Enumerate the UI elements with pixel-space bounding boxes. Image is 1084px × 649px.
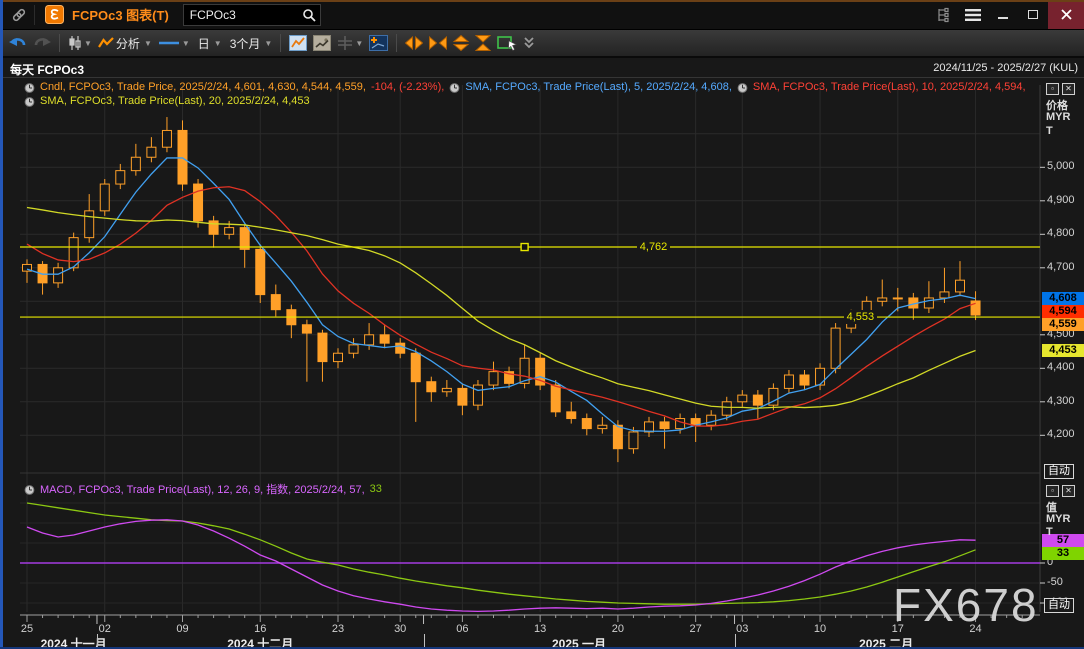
candlestick [458,388,467,405]
candlestick [116,171,125,184]
candlestick [473,385,482,405]
candlestick [162,130,171,147]
price-auto-scale-button[interactable]: 自动 [1044,464,1074,479]
timer-icon [737,82,748,93]
candle-legend[interactable]: Cndl, FCPOc3, Trade Price, 2025/2/24, 4,… [40,81,366,93]
candlestick [365,335,374,345]
candlestick [613,425,622,448]
candlestick [862,301,871,314]
candlestick [240,228,249,250]
candlestick [878,298,887,301]
candlestick [816,368,825,385]
candlestick [567,412,576,419]
candlestick [707,415,716,425]
macd-legend-row: MACD, FCPOc3, Trade Price(Last), 12, 26,… [24,481,382,497]
close-pane-icon[interactable]: ✕ [1062,83,1075,95]
candlestick [147,147,156,157]
candlestick [753,395,762,405]
terminal-window: FCPOc3 图表(T) ▼ [0,0,1084,649]
macd-axis-unit: T [1046,526,1053,538]
candlestick [349,345,358,353]
candlestick [256,249,265,294]
candlestick [100,184,109,211]
macd-legend[interactable]: MACD, FCPOc3, Trade Price(Last), 12, 26,… [40,481,365,497]
sma-line-20 [27,208,976,409]
candlestick [194,184,203,221]
restore-pane-icon[interactable]: ▫ [1046,83,1059,95]
candlestick [380,335,389,343]
candlestick [582,419,591,429]
candlestick [131,157,140,170]
candlestick [302,325,311,333]
candlestick [442,388,451,391]
candlestick [738,395,747,402]
candlestick [784,375,793,388]
restore-pane-icon[interactable]: ▫ [1046,485,1059,497]
candlestick [411,353,420,381]
timer-icon [24,96,35,107]
candlestick [629,432,638,449]
macd-signal-line [27,503,976,604]
candlestick [396,343,405,353]
candlestick [85,211,94,238]
candlestick [645,422,654,432]
candlestick [940,292,949,298]
candlestick [551,385,560,412]
candlestick [427,382,436,392]
sma10-legend[interactable]: SMA, FCPOc3, Trade Price(Last), 10, 2025… [753,81,1026,93]
candlestick [831,328,840,368]
main-legend-row-2: SMA, FCPOc3, Trade Price(Last), 20, 2025… [24,95,310,107]
window-top-border [0,0,1084,2]
sma20-legend[interactable]: SMA, FCPOc3, Trade Price(Last), 20, 2025… [40,95,310,107]
timer-icon [24,82,35,93]
timer-icon [24,484,35,495]
sma5-legend[interactable]: SMA, FCPOc3, Trade Price(Last), 5, 2025/… [465,81,732,93]
candlestick [334,353,343,361]
macd-line [27,520,976,612]
candlestick [800,375,809,385]
price-axis-currency: MYR [1046,111,1070,123]
candlestick [971,301,980,315]
candlestick [956,280,965,292]
candlestick [271,295,280,310]
candlestick [178,130,187,184]
sma-line-10 [27,187,976,427]
timer-icon [449,82,460,93]
macd-signal-value: 33 [370,483,382,495]
candlestick [489,372,498,385]
candlestick [660,422,669,429]
trendline-marker[interactable] [521,244,528,251]
candlestick [225,228,234,235]
candle-change-legend: -104, (-2.23%), [371,81,444,93]
macd-axis-currency: MYR [1046,513,1070,525]
main-legend-row-1: Cndl, FCPOc3, Trade Price, 2025/2/24, 4,… [24,81,1026,93]
candlestick [893,298,902,299]
price-axis-unit: T [1046,125,1053,137]
close-pane-icon[interactable]: ✕ [1062,485,1075,497]
watermark: FX678 [893,578,1039,632]
candlestick [924,298,933,308]
candlestick [54,268,63,283]
candlestick [318,333,327,361]
window-left-border [0,0,3,649]
macd-auto-scale-button[interactable]: 自动 [1044,598,1074,613]
candlestick [598,425,607,428]
candlestick [722,402,731,415]
